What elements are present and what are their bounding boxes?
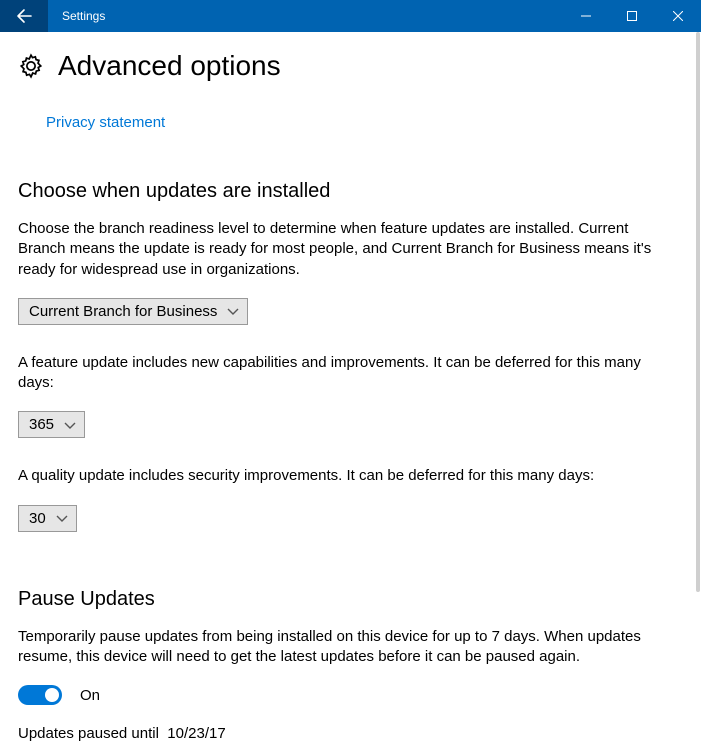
paused-until-row: Updates paused until 10/23/17 (18, 725, 683, 742)
content-area: Advanced options Privacy statement Choos… (0, 32, 701, 755)
pause-toggle[interactable] (18, 685, 62, 705)
pause-toggle-row: On (18, 685, 683, 705)
maximize-button[interactable] (609, 0, 655, 32)
close-button[interactable] (655, 0, 701, 32)
scrollbar-thumb[interactable] (696, 32, 700, 592)
branch-heading: Choose when updates are installed (18, 180, 683, 203)
back-arrow-icon (16, 8, 32, 24)
page-header: Advanced options (18, 50, 683, 82)
window-title: Settings (48, 9, 563, 23)
toggle-thumb (45, 688, 59, 702)
gear-icon (18, 53, 44, 79)
branch-dropdown[interactable]: Current Branch for Business (18, 298, 248, 325)
privacy-statement-link[interactable]: Privacy statement (46, 114, 165, 131)
minimize-button[interactable] (563, 0, 609, 32)
chevron-down-icon (227, 305, 239, 317)
pause-toggle-label: On (80, 687, 100, 704)
pause-heading: Pause Updates (18, 588, 683, 611)
chevron-down-icon (56, 512, 68, 524)
paused-until-date: 10/23/17 (167, 725, 225, 742)
branch-description: Choose the branch readiness level to det… (18, 219, 678, 280)
scrollbar[interactable] (696, 32, 700, 755)
page-title: Advanced options (58, 50, 281, 82)
feature-defer-value: 365 (29, 416, 54, 433)
paused-until-label: Updates paused until (18, 725, 159, 742)
window-controls (563, 0, 701, 32)
titlebar: Settings (0, 0, 701, 32)
close-icon (673, 11, 683, 21)
branch-dropdown-value: Current Branch for Business (29, 303, 217, 320)
feature-defer-description: A feature update includes new capabiliti… (18, 353, 678, 394)
back-button[interactable] (0, 0, 48, 32)
quality-defer-value: 30 (29, 510, 46, 527)
quality-defer-description: A quality update includes security impro… (18, 466, 678, 486)
minimize-icon (581, 11, 591, 21)
feature-defer-dropdown[interactable]: 365 (18, 411, 85, 438)
quality-defer-dropdown[interactable]: 30 (18, 505, 77, 532)
maximize-icon (627, 11, 637, 21)
chevron-down-icon (64, 419, 76, 431)
pause-description: Temporarily pause updates from being ins… (18, 627, 678, 668)
